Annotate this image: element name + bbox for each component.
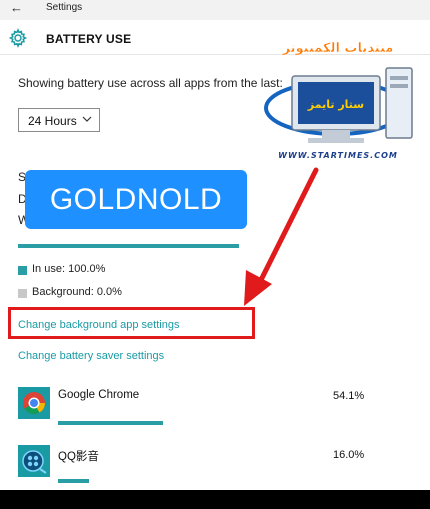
- time-range-dropdown[interactable]: 24 Hours: [18, 108, 100, 132]
- chevron-down-icon: [82, 116, 92, 122]
- bottom-edge-bar: [0, 490, 430, 509]
- dropdown-selected-value: 24 Hours: [28, 114, 77, 128]
- startimes-watermark-logo: منتديات الكمبيوتر ستار تايمز WWW.STARTIM…: [264, 41, 413, 160]
- app-percent-qq: 16.0%: [333, 449, 365, 461]
- chrome-icon: [18, 387, 50, 419]
- back-button[interactable]: ←: [10, 0, 23, 15]
- overlay-label: GOLDNOLD: [25, 170, 247, 229]
- qq-player-icon: [18, 445, 50, 477]
- background-legend-label: Background: 0.0%: [32, 286, 122, 298]
- app-usage-bar-chrome: [58, 421, 163, 425]
- app-usage-bar-qq: [58, 479, 89, 483]
- app-name-chrome: Google Chrome: [58, 389, 140, 401]
- watermark-arabic-text: منتديات الكمبيوتر: [282, 41, 394, 56]
- in-use-legend-swatch: [18, 266, 27, 275]
- background-legend-swatch: [18, 289, 27, 298]
- in-use-legend-label: In use: 100.0%: [32, 263, 106, 275]
- app-name-qq: QQ影音: [58, 451, 99, 463]
- watermark-badge-text: ستار تايمز: [307, 98, 364, 111]
- app-percent-chrome: 54.1%: [333, 390, 365, 402]
- time-range-description: Showing battery use across all apps from…: [18, 76, 283, 90]
- usage-bar: [18, 244, 239, 248]
- annotation-highlight-box: [8, 307, 255, 339]
- window-title: Settings: [46, 2, 83, 13]
- change-battery-saver-settings-link[interactable]: Change battery saver settings: [18, 350, 164, 362]
- page-title: BATTERY USE: [46, 32, 132, 46]
- watermark-url-text: WWW.STARTIMES.COM: [278, 151, 398, 160]
- gear-icon: [8, 28, 28, 48]
